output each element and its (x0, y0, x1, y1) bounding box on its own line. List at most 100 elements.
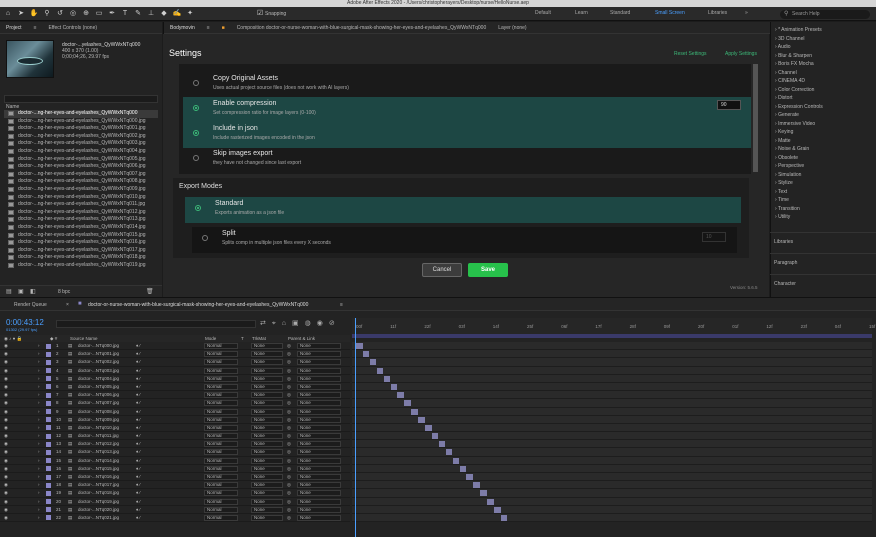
layer-row[interactable]: ◉ › 12 ▤ doctor-...NTq011.jpg ♦ ⁄ Normal None ◎ N… (0, 432, 350, 441)
layer-duration-bar[interactable] (438, 441, 446, 448)
label-color-swatch[interactable] (46, 441, 51, 447)
workspace-learn[interactable]: Learn (575, 10, 588, 16)
project-file-item[interactable]: doctor-...ng-her-eyes-and-eyelashes_QyWW… (4, 133, 158, 141)
effect-category[interactable]: › Stylize (771, 179, 876, 188)
layer-name[interactable]: doctor-...NTq004.jpg (78, 375, 119, 383)
layer-duration-bar[interactable] (362, 351, 370, 358)
effect-category[interactable]: › Color Correction (771, 86, 876, 95)
trkmat-dropdown[interactable]: None (251, 498, 283, 505)
layer-name[interactable]: doctor-...NTq019.jpg (78, 498, 119, 506)
interpret-footage-icon[interactable]: ▤ (6, 288, 12, 295)
parent-pickwhip-icon[interactable]: ◎ (287, 498, 291, 506)
layer-duration-bar[interactable] (369, 359, 377, 366)
roto-brush-icon[interactable]: ✍ (172, 9, 182, 19)
effect-category[interactable]: › Obsolete (771, 154, 876, 163)
parent-pickwhip-icon[interactable]: ◎ (287, 350, 291, 358)
snapping-checkbox[interactable]: ☑ (255, 9, 265, 19)
parent-pickwhip-icon[interactable]: ◎ (287, 391, 291, 399)
current-timecode[interactable]: 0:00:43:12 (6, 318, 44, 327)
mode-dropdown[interactable]: Normal (204, 351, 238, 358)
layer-row[interactable]: ◉ › 10 ▤ doctor-...NTq009.jpg ♦ ⁄ Normal None ◎ N… (0, 416, 350, 424)
trkmat-dropdown[interactable]: None (251, 424, 283, 431)
visibility-eye-icon[interactable]: ◉ (4, 367, 8, 375)
expand-arrow-icon[interactable]: › (38, 465, 40, 473)
visibility-eye-icon[interactable]: ◉ (4, 342, 8, 350)
label-color-swatch[interactable] (46, 368, 51, 374)
layer-duration-bar[interactable] (452, 457, 460, 464)
effect-category[interactable]: › CINEMA 4D (771, 77, 876, 86)
effect-category[interactable]: › * Animation Presets (771, 26, 876, 35)
effect-category[interactable]: › Blur & Sharpen (771, 52, 876, 61)
trkmat-dropdown[interactable]: None (251, 392, 283, 399)
trkmat-dropdown[interactable]: None (251, 441, 283, 448)
layer-duration-bar[interactable] (383, 375, 391, 382)
expand-arrow-icon[interactable]: › (38, 481, 40, 489)
layer-name[interactable]: doctor-...NTq002.jpg (78, 358, 119, 366)
layer-row[interactable]: ◉ › 8 ▤ doctor-...NTq007.jpg ♦ ⁄ Normal None ◎ No… (0, 399, 350, 408)
option-2[interactable]: Enable compression Set compression ratio … (183, 97, 751, 123)
parent-pickwhip-icon[interactable]: ◎ (287, 514, 291, 522)
option-radio[interactable] (193, 105, 199, 111)
camera-tool-icon[interactable]: ◎ (68, 9, 78, 19)
project-search-input[interactable] (4, 95, 158, 103)
label-color-swatch[interactable] (46, 474, 51, 480)
parent-pickwhip-icon[interactable]: ◎ (287, 399, 291, 407)
layer-row[interactable]: ◉ › 20 ▤ doctor-...NTq019.jpg ♦ ⁄ Normal None ◎ N… (0, 498, 350, 506)
layer-duration-bar[interactable] (397, 392, 404, 399)
visibility-eye-icon[interactable]: ◉ (4, 432, 8, 440)
parent-pickwhip-icon[interactable]: ◎ (287, 481, 291, 489)
parent-header[interactable]: Parent & Link (288, 335, 315, 342)
trash-icon[interactable]: 🗑 (146, 288, 154, 295)
layer-switches-icons[interactable]: ♦ ⁄ (136, 498, 140, 506)
parent-pickwhip-icon[interactable]: ◎ (287, 489, 291, 497)
visibility-eye-icon[interactable]: ◉ (4, 481, 8, 489)
layer-name[interactable]: doctor-...NTq018.jpg (78, 489, 119, 497)
layer-name[interactable]: doctor-...NTq000.jpg (78, 342, 119, 350)
layer-row[interactable]: ◉ › 17 ▤ doctor-...NTq016.jpg ♦ ⁄ Normal None ◎ N… (0, 473, 350, 482)
project-file-item[interactable]: doctor-...ng-her-eyes-and-eyelashes_QyWW… (4, 232, 158, 240)
effect-category[interactable]: › Immersive Video (771, 120, 876, 129)
layer-duration-bar[interactable] (425, 424, 432, 431)
parent-dropdown[interactable]: None (297, 375, 341, 382)
pan-behind-icon[interactable]: ⊕ (81, 9, 91, 19)
trkmat-dropdown[interactable]: None (251, 408, 283, 415)
expand-arrow-icon[interactable]: › (38, 408, 40, 416)
parent-pickwhip-icon[interactable]: ◎ (287, 342, 291, 350)
layer-row[interactable]: ◉ › 16 ▤ doctor-...NTq015.jpg ♦ ⁄ Normal None ◎ N… (0, 465, 350, 473)
tab-bodymovin[interactable]: Bodymovin (164, 25, 201, 31)
effect-category[interactable]: › Time (771, 196, 876, 205)
expand-arrow-icon[interactable]: › (38, 416, 40, 424)
effect-category[interactable]: › Audio (771, 43, 876, 52)
layer-row[interactable]: ◉ › 3 ▤ doctor-...NTq002.jpg ♦ ⁄ Normal None ◎ No… (0, 358, 350, 367)
layer-switches-icons[interactable]: ♦ ⁄ (136, 375, 140, 383)
clone-stamp-icon[interactable]: ⊥ (146, 9, 156, 19)
tab-composition[interactable]: Composition doctor-or-nurse-woman-with-b… (231, 25, 493, 31)
project-file-item[interactable]: doctor-...ng-her-eyes-and-eyelashes_QyWW… (4, 209, 158, 217)
layer-duration-bar[interactable] (494, 506, 501, 513)
paragraph-panel[interactable]: Paragraph (770, 253, 876, 274)
layer-name[interactable]: doctor-...NTq013.jpg (78, 448, 119, 456)
effect-category[interactable]: › Perspective (771, 162, 876, 171)
label-color-swatch[interactable] (46, 384, 51, 390)
layer-row[interactable]: ◉ › 19 ▤ doctor-...NTq018.jpg ♦ ⁄ Normal None ◎ N… (0, 489, 350, 498)
parent-dropdown[interactable]: None (297, 490, 341, 497)
timeline-search-input[interactable] (56, 320, 256, 328)
tab-layer[interactable]: Layer (none) (492, 25, 532, 31)
layer-switches-icons[interactable]: ♦ ⁄ (136, 440, 140, 448)
expand-arrow-icon[interactable]: › (38, 432, 40, 440)
mode-dropdown[interactable]: Normal (204, 449, 238, 456)
parent-dropdown[interactable]: None (297, 514, 341, 521)
layer-duration-bar[interactable] (431, 433, 439, 440)
visibility-eye-icon[interactable]: ◉ (4, 424, 8, 432)
project-file-item[interactable]: doctor-...ng-her-eyes-and-eyelashes_QyWW… (4, 178, 158, 186)
parent-pickwhip-icon[interactable]: ◎ (287, 440, 291, 448)
layer-switches-icons[interactable]: ♦ ⁄ (136, 489, 140, 497)
project-file-item[interactable]: doctor-...ng-her-eyes-and-eyelashes_QyWW… (4, 239, 158, 247)
settings-scrollbar[interactable] (753, 64, 758, 172)
layer-duration-bar[interactable] (356, 343, 363, 349)
layer-switches-icons[interactable]: ♦ ⁄ (136, 367, 140, 375)
layer-name[interactable]: doctor-...NTq021.jpg (78, 514, 119, 522)
parent-pickwhip-icon[interactable]: ◎ (287, 416, 291, 424)
expand-arrow-icon[interactable]: › (38, 489, 40, 497)
parent-dropdown[interactable]: None (297, 408, 341, 415)
